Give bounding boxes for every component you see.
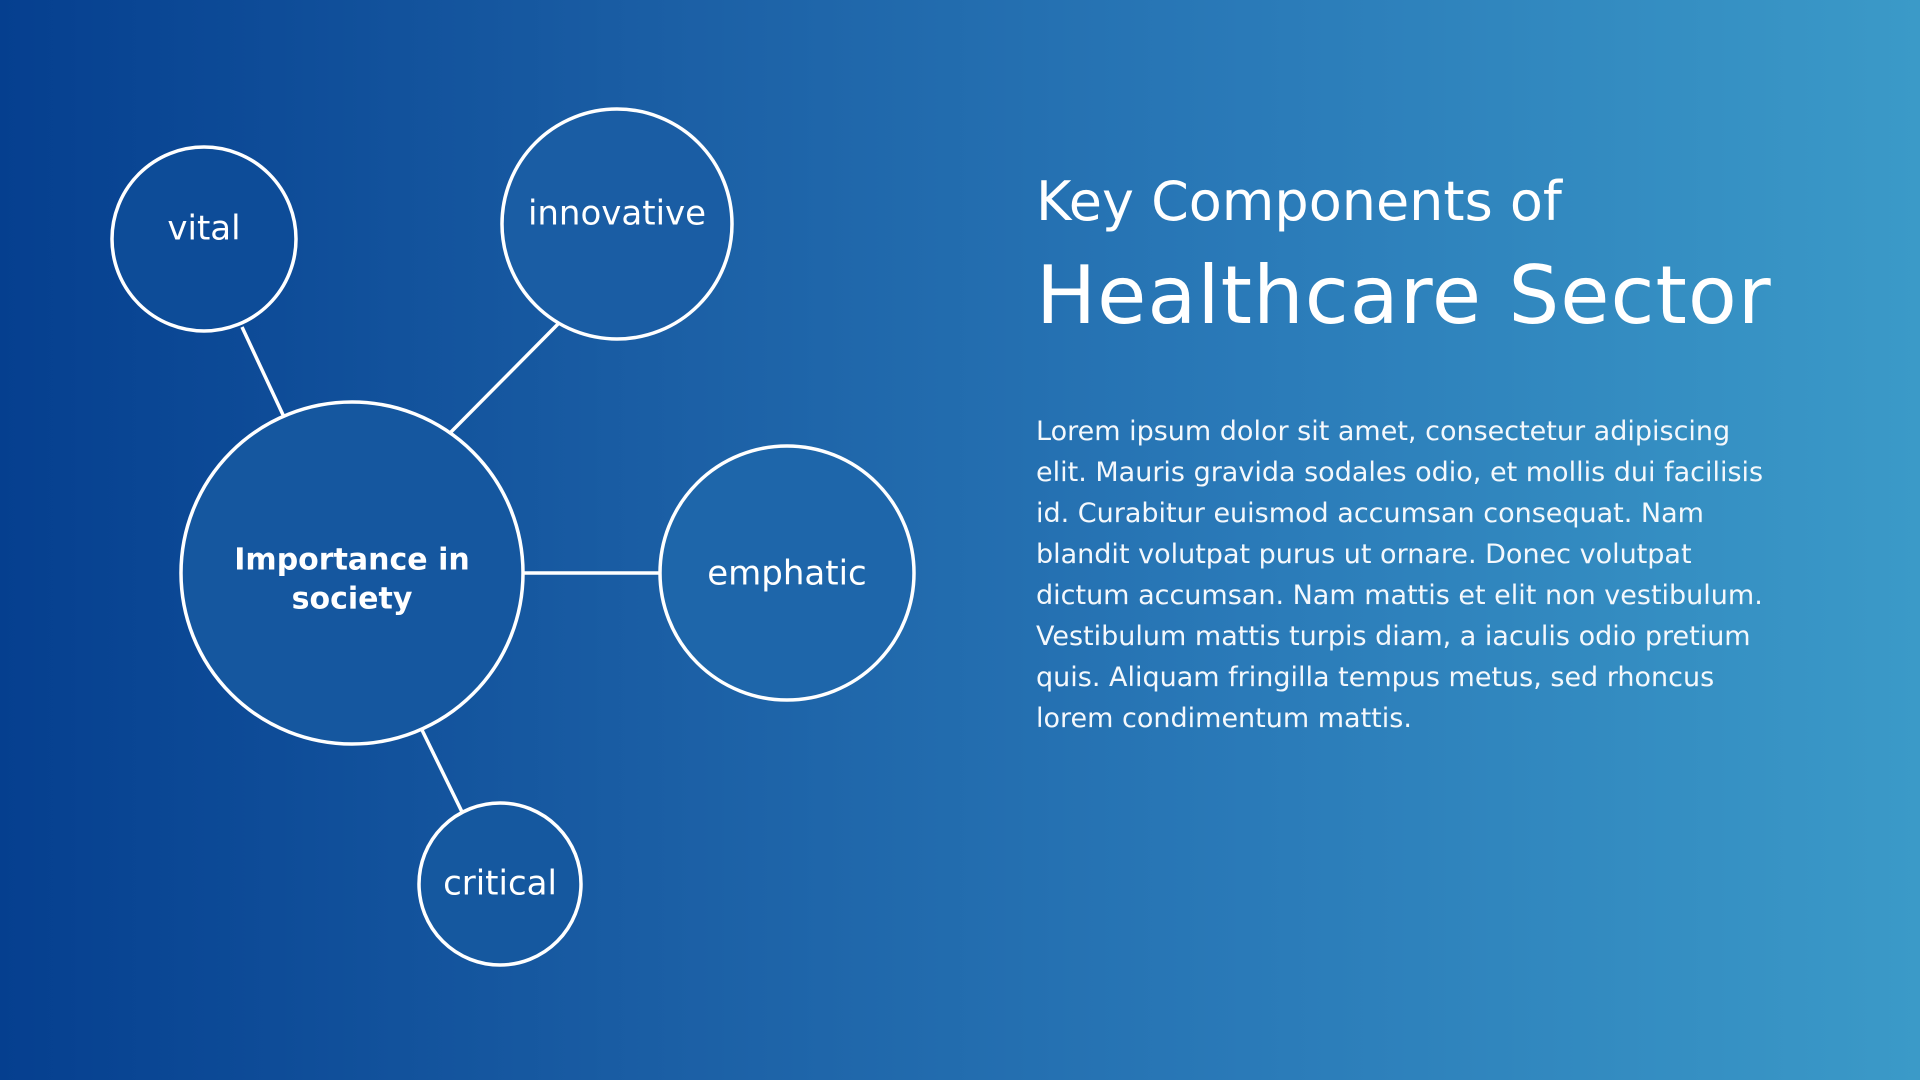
title-line1: Key Components of [1036, 170, 1562, 233]
slide: Importance in society vital innovative e… [0, 0, 1920, 1080]
hub-label-line1: Importance in [234, 543, 469, 578]
node-emphatic-label: emphatic [707, 554, 866, 594]
connector-vital [240, 326, 286, 418]
connector-innovative [449, 322, 560, 434]
node-vital-label: vital [167, 209, 240, 249]
hub-node: Importance in society [179, 400, 525, 746]
node-critical: critical [417, 801, 583, 967]
node-innovative: innovative [500, 107, 734, 341]
page-title: Healthcare Sector [1036, 249, 1772, 342]
body-paragraph: Lorem ipsum dolor sit amet, consectetur … [1036, 416, 1764, 734]
title-block: Key Components of Healthcare Sector [1036, 168, 1876, 346]
connector-critical [420, 729, 465, 815]
node-emphatic: emphatic [658, 444, 916, 702]
node-critical-label: critical [443, 864, 557, 904]
node-innovative-label: innovative [528, 194, 706, 234]
node-vital: vital [110, 145, 298, 333]
hub-label-line2: society [292, 582, 413, 617]
